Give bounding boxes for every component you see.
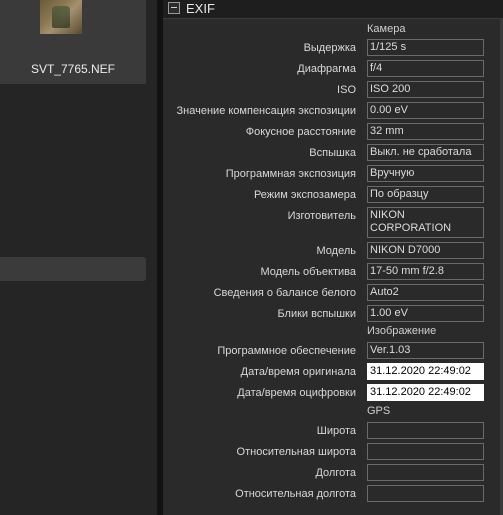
exif-value[interactable]: NIKON CORPORATION — [367, 207, 484, 238]
exif-label: Блики вспышки — [277, 308, 356, 320]
exif-value[interactable]: NIKON D7000 — [367, 242, 484, 259]
exif-value[interactable]: 1.00 eV — [367, 305, 484, 322]
exif-label: ISO — [337, 84, 356, 96]
collapse-icon[interactable] — [168, 2, 180, 14]
exif-label: Диафрагма — [297, 63, 356, 75]
exif-value[interactable]: Ver.1.03 — [367, 342, 484, 359]
exif-label: Относительная долгота — [235, 488, 356, 500]
section-gps: GPS — [367, 405, 391, 417]
exif-value[interactable]: 32 mm — [367, 123, 484, 140]
exif-label: Относительная широта — [236, 446, 356, 458]
exif-value[interactable]: По образцу — [367, 186, 484, 203]
exif-label: Режим экспозамера — [253, 189, 356, 201]
exif-value[interactable]: 0.00 eV — [367, 102, 484, 119]
exif-panel: EXIF Камера Выдержка 1/125 s Диафрагма f… — [163, 0, 503, 515]
exif-label: Фокусное расстояние — [245, 126, 356, 138]
exif-label: Вспышка — [309, 147, 356, 159]
exif-label: Программное обеспечение — [217, 345, 356, 357]
exif-label: Долгота — [315, 467, 356, 479]
exif-value[interactable]: 31.12.2020 22:49:02 — [367, 384, 484, 401]
exif-value[interactable]: 17-50 mm f/2.8 — [367, 263, 484, 280]
thumbnail-image[interactable] — [40, 0, 82, 34]
exif-label: Широта — [316, 425, 356, 437]
exif-panel-title: EXIF — [186, 1, 215, 16]
exif-label: Модель объектива — [260, 266, 356, 278]
exif-label: Изготовитель — [287, 210, 356, 222]
exif-value[interactable]: Auto2 — [367, 284, 484, 301]
exif-value[interactable]: 31.12.2020 22:49:02 — [367, 363, 484, 380]
exif-label: Дата/время оцифровки — [237, 387, 356, 399]
exif-label: Выдержка — [303, 42, 356, 54]
file-browser-pane: SVT_7765.NEF — [0, 0, 157, 515]
exif-label: Значение компенсация экспозиции — [176, 105, 356, 117]
browser-bar[interactable] — [0, 257, 146, 281]
exif-panel-header[interactable]: EXIF — [163, 0, 503, 19]
exif-value[interactable]: 1/125 s — [367, 39, 484, 56]
exif-value[interactable]: f/4 — [367, 60, 484, 77]
exif-label: Программная экспозиция — [225, 168, 356, 180]
thumbnail-cell[interactable]: SVT_7765.NEF — [0, 0, 146, 84]
exif-value[interactable]: ISO 200 — [367, 81, 484, 98]
exif-value[interactable] — [367, 443, 484, 460]
exif-value[interactable]: Выкл. не сработала — [367, 144, 484, 161]
exif-label: Дата/время оригинала — [240, 366, 356, 378]
exif-label: Сведения о балансе белого — [213, 287, 356, 299]
exif-value[interactable] — [367, 485, 484, 502]
exif-value[interactable]: Вручную — [367, 165, 484, 182]
exif-label: Модель — [316, 245, 356, 257]
exif-value[interactable] — [367, 422, 484, 439]
section-image: Изображение — [367, 325, 437, 337]
thumbnail-filename: SVT_7765.NEF — [30, 62, 116, 76]
section-camera: Камера — [367, 23, 406, 35]
exif-value[interactable] — [367, 464, 484, 481]
